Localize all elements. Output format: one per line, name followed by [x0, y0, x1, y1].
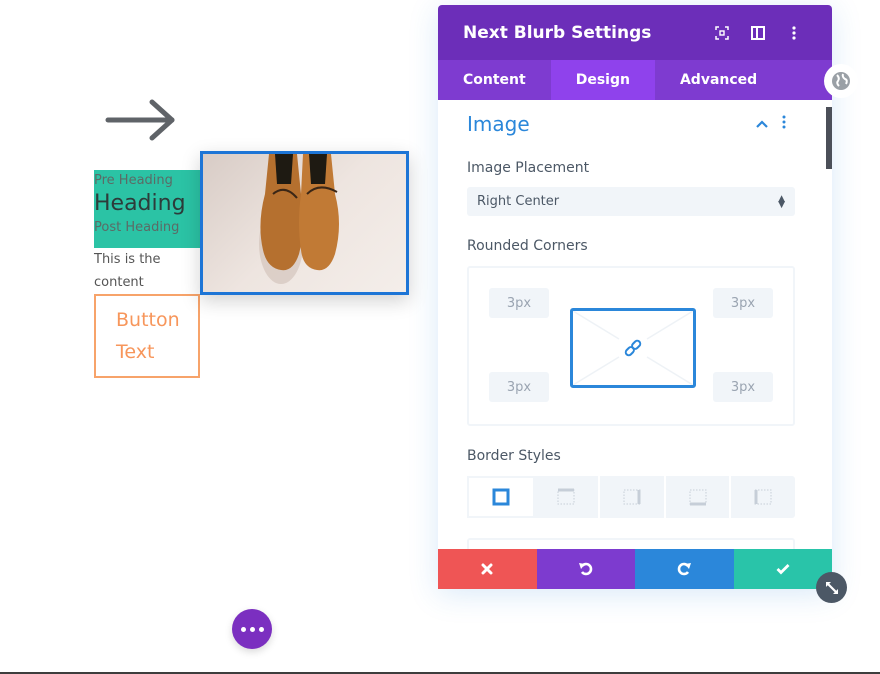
dot [240, 626, 246, 632]
settings-modal: Next Blurb Settings Content Design Advan… [438, 5, 832, 589]
corner-bottom-right-input[interactable]: 3px [713, 372, 773, 402]
border-bottom-icon [689, 489, 707, 506]
modal-header[interactable]: Next Blurb Settings [438, 5, 832, 60]
split-view-icon[interactable] [740, 21, 776, 45]
modal-scrollbar[interactable] [826, 107, 832, 169]
globe-button[interactable] [824, 64, 858, 98]
border-right-icon [623, 489, 641, 505]
border-top-icon [557, 488, 575, 505]
redo-button[interactable] [635, 549, 734, 589]
section-title: Image [467, 112, 530, 136]
image-placement-label: Image Placement [467, 160, 590, 176]
image-placement-select[interactable]: Right Center ▲ ▼ [467, 187, 795, 216]
cancel-button[interactable] [438, 549, 537, 589]
border-bottom-option[interactable] [666, 476, 732, 518]
globe-icon [832, 72, 850, 90]
tab-design[interactable]: Design [550, 60, 655, 100]
border-styles-label: Border Styles [467, 448, 561, 464]
blurb-button[interactable]: Button Text [94, 294, 200, 378]
corner-preview [570, 308, 696, 388]
dot [249, 626, 255, 632]
border-right-option[interactable] [600, 476, 666, 518]
border-all-icon [492, 488, 510, 506]
arrow-right-icon [105, 99, 175, 141]
modal-footer [438, 549, 832, 589]
select-arrows-icon: ▲ ▼ [778, 193, 785, 210]
more-options-icon[interactable] [776, 21, 812, 45]
chevron-up-icon[interactable] [751, 116, 773, 132]
resize-handle[interactable] [816, 572, 847, 603]
rounded-corners-label: Rounded Corners [467, 238, 588, 254]
pre-heading: Pre Heading [94, 173, 173, 188]
border-all-option[interactable] [467, 476, 535, 518]
heading: Heading [94, 191, 186, 216]
border-left-option[interactable] [731, 476, 795, 518]
link-corners-icon[interactable] [623, 339, 643, 357]
tab-advanced[interactable]: Advanced [655, 60, 782, 100]
post-heading: Post Heading [94, 220, 180, 235]
corner-bottom-left-input[interactable]: 3px [489, 372, 549, 402]
page-settings-button[interactable] [232, 609, 272, 649]
dot [258, 626, 264, 632]
border-top-option[interactable] [535, 476, 601, 518]
border-width-control[interactable] [467, 538, 795, 549]
tab-content[interactable]: Content [438, 60, 551, 100]
redo-icon [677, 562, 692, 576]
shoes-image [259, 154, 339, 284]
border-styles-selector [467, 476, 795, 518]
resize-icon [825, 581, 838, 594]
expand-icon[interactable] [704, 21, 740, 45]
close-icon [481, 563, 493, 575]
image-placement-value: Right Center [477, 194, 560, 209]
rounded-corners-control: 3px 3px 3px 3px [467, 266, 795, 426]
undo-button[interactable] [536, 549, 635, 589]
section-options-icon[interactable] [773, 115, 795, 133]
blurb-title-block[interactable]: Pre Heading Heading Post Heading [94, 170, 200, 248]
corner-top-left-input[interactable]: 3px [489, 288, 549, 318]
blurb-image[interactable] [200, 151, 409, 295]
page: Pre Heading Heading Post Heading This is… [0, 0, 880, 674]
corner-top-right-input[interactable]: 3px [713, 288, 773, 318]
border-left-icon [754, 489, 772, 505]
blurb-content: This is the content [94, 252, 161, 290]
section-header-image[interactable]: Image [467, 100, 795, 146]
tab-bar: Content Design Advanced [438, 60, 832, 100]
checkmark-icon [776, 564, 790, 575]
undo-icon [578, 562, 593, 576]
modal-title: Next Blurb Settings [463, 22, 652, 43]
modal-body: Image Image Placement Right Center ▲ ▼ Ro… [438, 100, 832, 549]
